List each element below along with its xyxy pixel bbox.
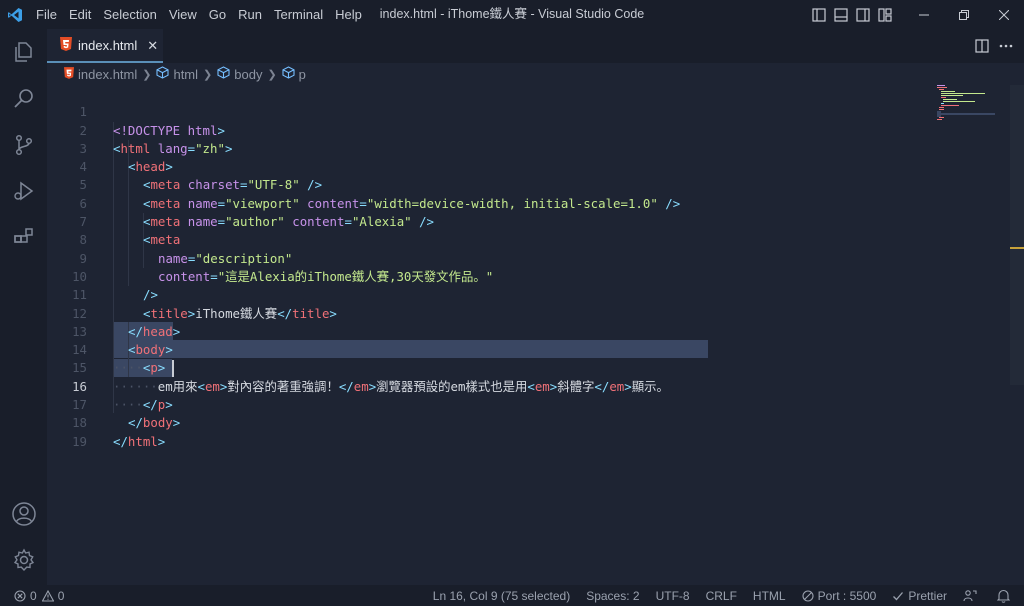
chevron-right-icon: ❯ [142, 68, 152, 81]
menu-help[interactable]: Help [329, 0, 368, 29]
problems-indicator[interactable]: 0 0 [14, 585, 72, 606]
customize-layout-icon[interactable] [874, 0, 896, 29]
accounts-icon[interactable] [0, 494, 47, 534]
restore-icon[interactable] [944, 0, 984, 29]
menu-selection[interactable]: Selection [97, 0, 162, 29]
menu-run[interactable]: Run [232, 0, 268, 29]
code-line: 13 <body> [72, 323, 173, 358]
end-of-line[interactable]: CRLF [698, 585, 745, 606]
code-line: 12 </head> [72, 305, 181, 339]
prettier-status[interactable]: Prettier [884, 585, 955, 606]
close-window-icon[interactable] [984, 0, 1024, 29]
feedback-icon[interactable] [955, 585, 989, 606]
code-editor[interactable]: 1 <!DOCTYPE html> 2 <html lang="zh"> 3 <… [47, 85, 1024, 585]
symbol-field-icon [282, 66, 295, 82]
error-count: 0 [30, 588, 37, 603]
toggle-primary-sidebar-icon[interactable] [808, 0, 830, 29]
check-icon [893, 591, 904, 600]
menu-go[interactable]: Go [203, 0, 232, 29]
scrollbar-marker [1010, 247, 1024, 249]
code-line: 7 <meta [79, 214, 181, 248]
breadcrumb: index.html ❯ html ❯ body ❯ p [47, 63, 1024, 85]
chevron-right-icon: ❯ [267, 68, 277, 81]
minimap[interactable] [935, 85, 1010, 125]
code-line: 11 <title>iThome鐵人賽</title> [72, 287, 337, 321]
code-line: 5 <meta name="viewport" content="width=d… [79, 177, 681, 211]
error-icon [14, 589, 26, 602]
language-mode[interactable]: HTML [745, 585, 794, 606]
breadcrumb-html[interactable]: html [156, 66, 198, 82]
breadcrumb-p[interactable]: p [282, 66, 306, 82]
source-control-icon[interactable] [0, 125, 47, 165]
code-line: 17 </body> [72, 397, 181, 431]
code-line: 1 <!DOCTYPE html> [79, 104, 225, 138]
title-bar: File Edit Selection View Go Run Terminal… [0, 0, 1024, 29]
code-line: 9 content="這是Alexia的iThome鐵人賽,30天發文作品。" [79, 250, 494, 284]
tab-close-icon[interactable]: ✕ [147, 38, 158, 54]
indentation[interactable]: Spaces: 2 [578, 585, 647, 606]
tab-index-html[interactable]: index.html ✕ [47, 29, 163, 63]
breadcrumb-body[interactable]: body [217, 66, 262, 82]
more-actions-icon[interactable] [994, 29, 1018, 63]
cursor-position[interactable]: Ln 16, Col 9 (75 selected) [425, 585, 578, 606]
symbol-field-icon [217, 66, 230, 82]
warning-count: 0 [57, 588, 65, 603]
tab-bar: index.html ✕ [47, 29, 1024, 63]
code-line: 14 ····<p> [72, 342, 166, 376]
symbol-field-icon [156, 66, 170, 82]
broadcast-icon [802, 589, 814, 602]
code-line: 10 /> [72, 268, 158, 303]
vscode-logo-icon [0, 0, 30, 29]
search-icon[interactable] [0, 78, 47, 118]
html5-icon [64, 66, 74, 82]
split-editor-icon[interactable] [970, 29, 994, 63]
vertical-scrollbar[interactable] [1010, 85, 1024, 385]
run-debug-icon[interactable] [0, 171, 47, 211]
warning-icon [41, 589, 54, 602]
tab-label: index.html [78, 38, 138, 53]
code-line: 8 name="description" [79, 232, 293, 266]
activity-bar [0, 29, 47, 585]
status-bar: 0 0 Ln 16, Col 9 (75 selected) Spaces: 2… [0, 585, 1024, 606]
toggle-secondary-sidebar-icon[interactable] [852, 0, 874, 29]
extensions-icon[interactable] [0, 218, 47, 258]
code-line: 19 [72, 433, 87, 449]
menu-file[interactable]: File [30, 0, 63, 29]
chevron-right-icon: ❯ [203, 68, 213, 81]
code-line: 3 <head> [79, 140, 173, 175]
menu-bar: File Edit Selection View Go Run Terminal… [30, 0, 368, 29]
code-line: 4 <meta charset="UTF-8" /> [79, 159, 323, 193]
code-line: 6 <meta name="author" content="Alexia" /… [79, 195, 435, 230]
html5-icon [60, 37, 72, 54]
menu-terminal[interactable]: Terminal [268, 0, 329, 29]
menu-view[interactable]: View [163, 0, 203, 29]
notifications-bell-icon[interactable] [989, 585, 1024, 606]
code-line: 18 </html> [72, 415, 166, 449]
code-line: 16 ····</p> [72, 378, 173, 413]
breadcrumb-file[interactable]: index.html [64, 67, 137, 82]
code-line: 15 ······em用來<em>對內容的著重強調！</em>瀏覽器預設的em樣… [72, 360, 669, 394]
minimize-icon[interactable] [904, 0, 944, 29]
explorer-icon[interactable] [0, 32, 47, 72]
live-server-port[interactable]: Port : 5500 [794, 585, 885, 606]
menu-edit[interactable]: Edit [63, 0, 97, 29]
toggle-panel-icon[interactable] [830, 0, 852, 29]
code-line: 2 <html lang="zh"> [79, 122, 233, 156]
encoding[interactable]: UTF-8 [648, 585, 698, 606]
text-cursor [172, 360, 174, 377]
gear-icon[interactable] [0, 540, 47, 580]
